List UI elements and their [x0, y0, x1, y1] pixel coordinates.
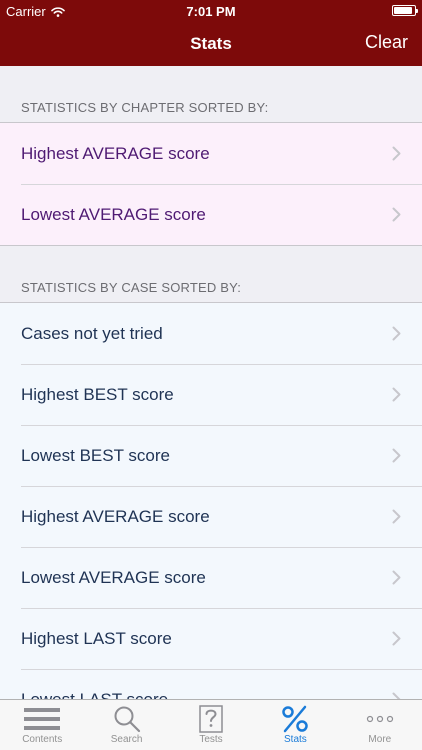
tab-stats[interactable]: Stats: [253, 700, 337, 750]
navigation-bar: Stats Clear: [0, 22, 422, 66]
sort-option-label: Lowest LAST score: [21, 689, 169, 700]
sort-option-label: Highest LAST score: [21, 628, 172, 648]
page-title: Stats: [190, 34, 232, 53]
chevron-right-icon: [392, 570, 401, 590]
battery-nub: [416, 9, 418, 13]
tab-bar: Contents Search Tests Stats More: [0, 699, 422, 750]
battery-level: [394, 7, 412, 14]
sort-option-row[interactable]: Highest AVERAGE score: [0, 486, 422, 547]
tab-label: Search: [110, 734, 143, 745]
sort-option-row[interactable]: Highest LAST score: [0, 608, 422, 669]
clear-button[interactable]: Clear: [365, 32, 408, 53]
tab-label: More: [368, 734, 392, 745]
list-icon: [23, 700, 61, 734]
clock: 7:01 PM: [186, 4, 236, 19]
sort-option-row[interactable]: Lowest AVERAGE score: [0, 184, 422, 245]
tab-label: Stats: [284, 734, 307, 745]
chevron-right-icon: [392, 692, 401, 699]
more-dots-icon: [365, 700, 395, 734]
sort-option-row[interactable]: Highest BEST score: [0, 364, 422, 425]
case-sort-group: Cases not yet tried Highest BEST score Low…: [0, 302, 422, 699]
sort-option-label: Cases not yet tried: [21, 323, 163, 343]
tab-contents[interactable]: Contents: [0, 700, 84, 750]
chevron-right-icon: [392, 631, 401, 651]
chevron-right-icon: [392, 146, 401, 166]
tab-search[interactable]: Search: [84, 700, 168, 750]
sort-option-label: Lowest AVERAGE score: [21, 204, 206, 224]
magnifier-icon: [113, 700, 141, 734]
sort-option-label: Highest BEST score: [21, 384, 174, 404]
sort-option-row[interactable]: Lowest BEST score: [0, 425, 422, 486]
battery-icon: [392, 5, 418, 16]
sort-option-label: Lowest AVERAGE score: [21, 567, 206, 587]
chevron-right-icon: [392, 509, 401, 529]
chevron-right-icon: [392, 207, 401, 227]
chevron-right-icon: [392, 448, 401, 468]
tab-more[interactable]: More: [338, 700, 422, 750]
chapter-sort-group: Highest AVERAGE score Lowest AVERAGE scor…: [0, 122, 422, 246]
tab-label: Contents: [22, 734, 63, 745]
sort-option-label: Lowest BEST score: [21, 445, 170, 465]
stats-list[interactable]: STATISTICS BY CHAPTER SORTED BY: Highest…: [0, 66, 422, 699]
sort-option-label: Highest AVERAGE score: [21, 506, 210, 526]
chevron-right-icon: [392, 387, 401, 407]
sort-option-row[interactable]: Cases not yet tried: [0, 303, 422, 364]
question-sheet-icon: [197, 700, 225, 734]
sort-option-label: Highest AVERAGE score: [21, 143, 210, 163]
status-bar: Carrier 7:01 PM: [0, 0, 422, 22]
chevron-right-icon: [392, 326, 401, 346]
sort-option-row[interactable]: Lowest LAST score: [0, 669, 422, 699]
tab-label: Tests: [199, 734, 223, 745]
tab-tests[interactable]: Tests: [169, 700, 253, 750]
sort-option-row[interactable]: Lowest AVERAGE score: [0, 547, 422, 608]
percent-icon: [280, 700, 310, 734]
chapter-section-header: STATISTICS BY CHAPTER SORTED BY:: [21, 100, 269, 115]
case-section-header: STATISTICS BY CASE SORTED BY:: [21, 280, 242, 295]
sort-option-row[interactable]: Highest AVERAGE score: [0, 123, 422, 184]
